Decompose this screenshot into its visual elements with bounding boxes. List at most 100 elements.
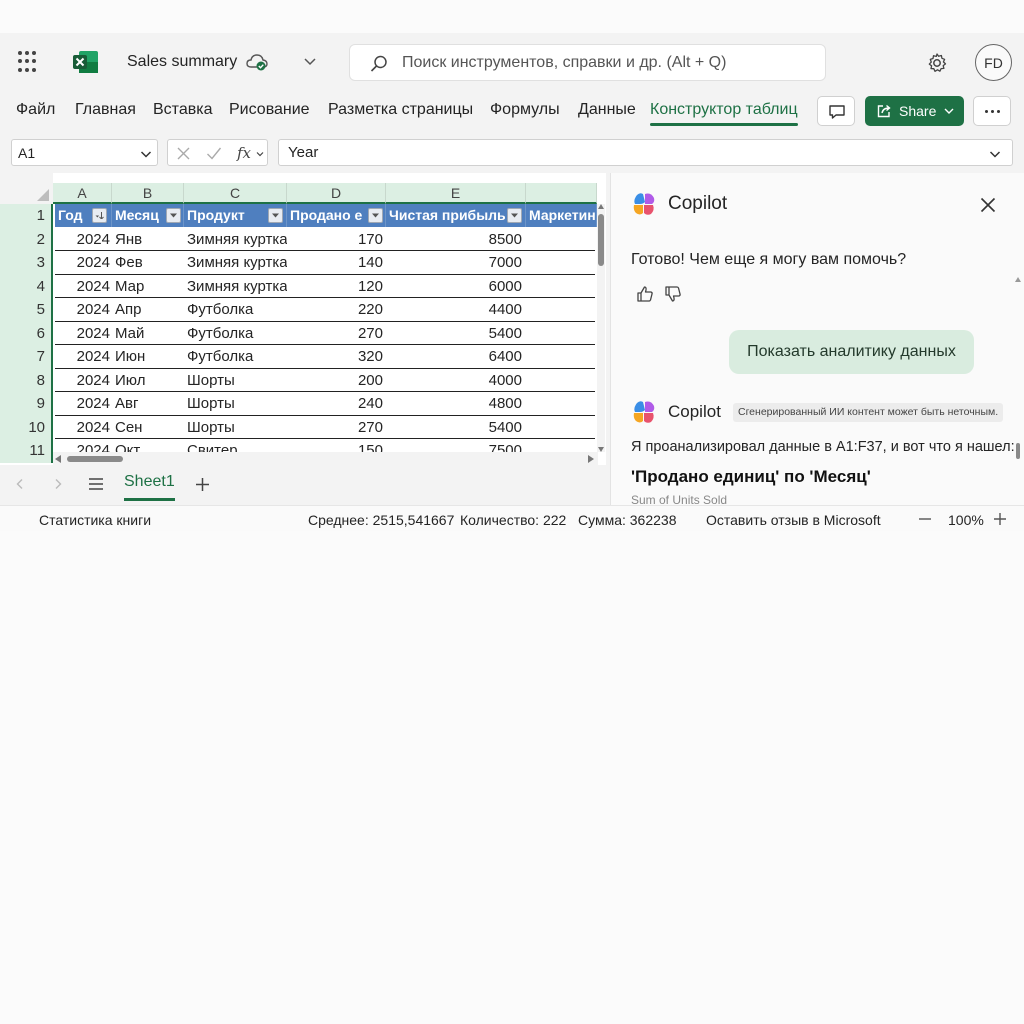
more-options-button[interactable] xyxy=(973,96,1011,126)
cell-month[interactable]: Янв xyxy=(115,228,180,251)
horizontal-scrollbar[interactable] xyxy=(53,452,598,465)
zoom-in-icon[interactable] xyxy=(993,512,1007,526)
scroll-thumb[interactable] xyxy=(67,456,123,462)
row-header[interactable]: 1 xyxy=(0,204,53,228)
cell-year[interactable]: 2024 xyxy=(55,416,110,439)
cell-units-sold[interactable]: 240 xyxy=(287,392,383,415)
cell-month[interactable]: Фев xyxy=(115,251,180,274)
filter-dropdown-button[interactable] xyxy=(268,208,283,223)
cell-month[interactable]: Авг xyxy=(115,392,180,415)
cell-units-sold[interactable]: 270 xyxy=(287,322,383,345)
chevron-down-icon[interactable] xyxy=(989,148,1001,160)
cell-product[interactable]: Футболка xyxy=(187,345,287,368)
cell-product[interactable]: Шорты xyxy=(187,416,287,439)
select-all-corner[interactable] xyxy=(0,173,53,204)
cell-year[interactable]: 2024 xyxy=(55,251,110,274)
scroll-right-arrow-icon[interactable] xyxy=(588,455,594,463)
column-header-b[interactable]: B xyxy=(112,183,184,204)
row-header[interactable]: 4 xyxy=(0,274,53,298)
document-title[interactable]: Sales summary xyxy=(127,53,237,71)
column-header-f[interactable] xyxy=(526,183,597,204)
tab-draw[interactable]: Рисование xyxy=(229,101,310,119)
row-header[interactable]: 10 xyxy=(0,415,53,439)
comments-button[interactable] xyxy=(817,96,855,126)
cell-product[interactable]: Зимняя куртка xyxy=(187,251,287,274)
cell-year[interactable]: 2024 xyxy=(55,345,110,368)
cell-year[interactable]: 2024 xyxy=(55,392,110,415)
cell-year[interactable]: 2024 xyxy=(55,275,110,298)
cell-net-profit[interactable]: 5400 xyxy=(386,416,522,439)
header-cell-net-profit[interactable]: Чистая прибыль xyxy=(386,204,526,227)
close-icon[interactable] xyxy=(980,197,996,213)
cell-product[interactable]: Шорты xyxy=(187,392,287,415)
filter-dropdown-button[interactable] xyxy=(507,208,522,223)
cell-month[interactable]: Июн xyxy=(115,345,180,368)
cell-month[interactable]: Сен xyxy=(115,416,180,439)
cell-net-profit[interactable]: 7000 xyxy=(386,251,522,274)
vertical-scrollbar[interactable] xyxy=(597,204,605,452)
cell-product[interactable]: Шорты xyxy=(187,369,287,392)
scroll-up-arrow-icon[interactable] xyxy=(598,204,604,209)
chevron-down-icon[interactable] xyxy=(302,53,318,69)
search-box[interactable] xyxy=(349,44,826,81)
cell-product[interactable]: Футболка xyxy=(187,298,287,321)
cell-month[interactable]: Май xyxy=(115,322,180,345)
cell-product[interactable]: Футболка xyxy=(187,322,287,345)
cell-net-profit[interactable]: 8500 xyxy=(386,228,522,251)
cell-units-sold[interactable]: 320 xyxy=(287,345,383,368)
thumbs-up-icon[interactable] xyxy=(636,285,654,303)
column-header-e[interactable]: E xyxy=(386,183,526,204)
avatar[interactable]: FD xyxy=(975,44,1012,81)
cell-units-sold[interactable]: 270 xyxy=(287,416,383,439)
zoom-level[interactable]: 100% xyxy=(948,512,984,528)
gear-icon[interactable] xyxy=(926,52,948,74)
chevron-right-icon[interactable] xyxy=(52,478,64,490)
search-input[interactable] xyxy=(402,51,812,75)
chevron-down-icon[interactable] xyxy=(256,150,264,158)
zoom-out-icon[interactable] xyxy=(918,512,932,526)
scroll-thumb[interactable] xyxy=(1016,443,1020,459)
cell-net-profit[interactable]: 4400 xyxy=(386,298,522,321)
cell-units-sold[interactable]: 140 xyxy=(287,251,383,274)
sheet-tab-sheet1[interactable]: Sheet1 xyxy=(124,473,175,501)
cell-product[interactable]: Зимняя куртка xyxy=(187,228,287,251)
tab-table-design[interactable]: Конструктор таблиц xyxy=(650,101,798,126)
cell-year[interactable]: 2024 xyxy=(55,298,110,321)
cell-units-sold[interactable]: 170 xyxy=(287,228,383,251)
cell-year[interactable]: 2024 xyxy=(55,228,110,251)
tab-insert[interactable]: Вставка xyxy=(153,101,212,119)
cell-month[interactable]: Мар xyxy=(115,275,180,298)
sort-filter-button[interactable] xyxy=(92,208,107,223)
cell-net-profit[interactable]: 5400 xyxy=(386,322,522,345)
cell-month[interactable]: Апр xyxy=(115,298,180,321)
tab-home[interactable]: Главная xyxy=(75,101,136,119)
insert-function-icon[interactable]: fx xyxy=(237,144,251,162)
scroll-left-arrow-icon[interactable] xyxy=(55,455,61,463)
workbook-statistics-button[interactable]: Статистика книги xyxy=(39,512,151,528)
scroll-down-arrow-icon[interactable] xyxy=(598,447,604,452)
cell-net-profit[interactable]: 4000 xyxy=(386,369,522,392)
row-header[interactable]: 7 xyxy=(0,345,53,369)
cell-year[interactable]: 2024 xyxy=(55,322,110,345)
row-header[interactable]: 8 xyxy=(0,368,53,392)
cell-year[interactable]: 2024 xyxy=(55,369,110,392)
cell-month[interactable]: Июл xyxy=(115,369,180,392)
app-launcher-icon[interactable] xyxy=(18,51,40,73)
row-header[interactable]: 3 xyxy=(0,251,53,275)
cell-units-sold[interactable]: 220 xyxy=(287,298,383,321)
cancel-icon[interactable] xyxy=(176,146,191,161)
header-cell-marketing[interactable]: Маркетин xyxy=(526,204,597,227)
cell-net-profit[interactable]: 6000 xyxy=(386,275,522,298)
tab-data[interactable]: Данные xyxy=(578,101,636,119)
scroll-thumb[interactable] xyxy=(598,214,604,266)
row-header[interactable]: 11 xyxy=(0,439,53,463)
cell-units-sold[interactable]: 120 xyxy=(287,275,383,298)
row-header[interactable]: 9 xyxy=(0,392,53,416)
tab-page-layout[interactable]: Разметка страницы xyxy=(328,101,473,119)
add-sheet-icon[interactable] xyxy=(195,477,210,492)
name-box[interactable]: A1 xyxy=(11,139,158,166)
cell-units-sold[interactable]: 200 xyxy=(287,369,383,392)
row-header[interactable]: 5 xyxy=(0,298,53,322)
thumbs-down-icon[interactable] xyxy=(664,285,682,303)
check-icon[interactable] xyxy=(206,146,222,161)
